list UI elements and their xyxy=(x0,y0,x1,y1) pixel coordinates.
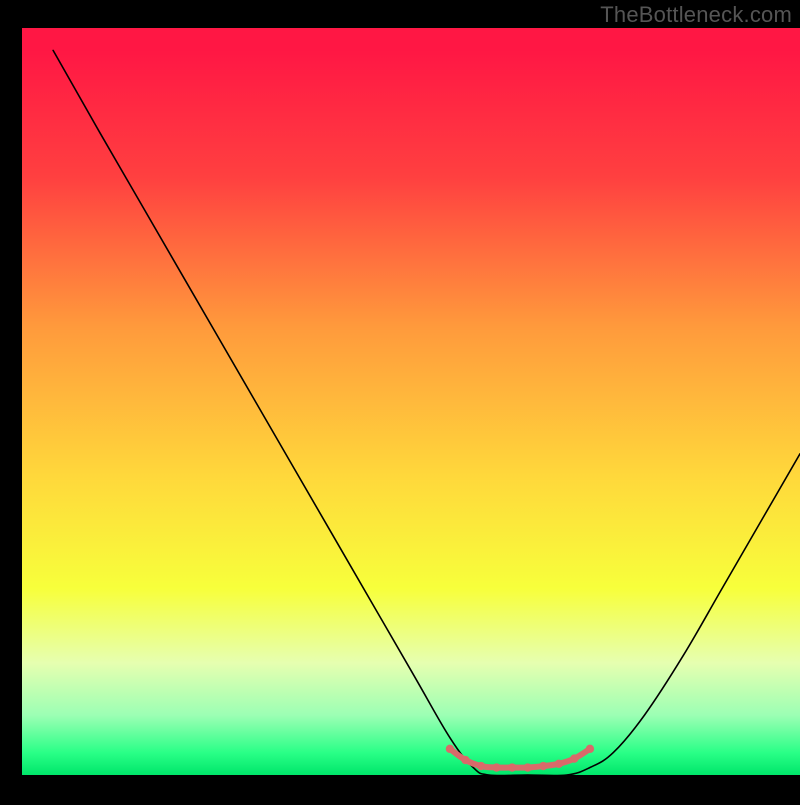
marker-dot xyxy=(477,762,485,770)
marker-dot xyxy=(586,745,594,753)
watermark-text: TheBottleneck.com xyxy=(600,2,792,28)
marker-dot xyxy=(446,745,454,753)
bottleneck-chart xyxy=(0,0,800,800)
marker-dot xyxy=(524,763,532,771)
marker-dot xyxy=(461,756,469,764)
marker-dot xyxy=(492,763,500,771)
marker-dot xyxy=(508,763,516,771)
chart-canvas-wrap xyxy=(0,0,800,800)
marker-dot xyxy=(539,762,547,770)
marker-dot xyxy=(555,760,563,768)
marker-dot xyxy=(570,754,578,762)
chart-background xyxy=(22,28,800,775)
